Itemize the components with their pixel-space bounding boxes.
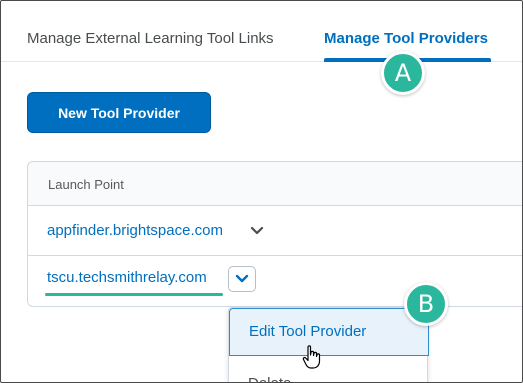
launch-point-link[interactable]: tscu.techsmithrelay.com [47, 269, 207, 286]
callout-b-badge: B [404, 282, 448, 326]
menu-item-edit-tool-provider[interactable]: Edit Tool Provider [229, 308, 429, 356]
menu-item-delete[interactable]: Delete [248, 375, 291, 382]
table-row: tscu.techsmithrelay.com [28, 257, 522, 307]
callout-a-badge: A [381, 51, 425, 95]
hand-pointer-icon [302, 345, 321, 369]
tab-manage-external-links[interactable]: Manage External Learning Tool Links [27, 30, 274, 47]
screenshot-frame: Manage External Learning Tool Links Mana… [0, 0, 523, 383]
chevron-down-icon[interactable] [250, 224, 264, 238]
row-actions-button[interactable] [228, 266, 256, 292]
chevron-down-icon [235, 274, 249, 283]
launch-point-link[interactable]: appfinder.brightspace.com [47, 222, 223, 239]
tab-bar: Manage External Learning Tool Links Mana… [1, 1, 522, 62]
menu-item-label: Edit Tool Provider [249, 323, 367, 340]
annotation-underline [45, 293, 223, 296]
row-actions-menu: Edit Tool Provider Delete [228, 307, 429, 382]
tool-providers-table: Launch Point appfinder.brightspace.com t… [27, 161, 522, 307]
table-header: Launch Point [28, 162, 522, 206]
new-tool-provider-button[interactable]: New Tool Provider [27, 92, 211, 133]
table-row: appfinder.brightspace.com [28, 206, 522, 256]
tab-manage-tool-providers[interactable]: Manage Tool Providers [324, 30, 488, 47]
column-header-launch-point: Launch Point [48, 177, 124, 192]
